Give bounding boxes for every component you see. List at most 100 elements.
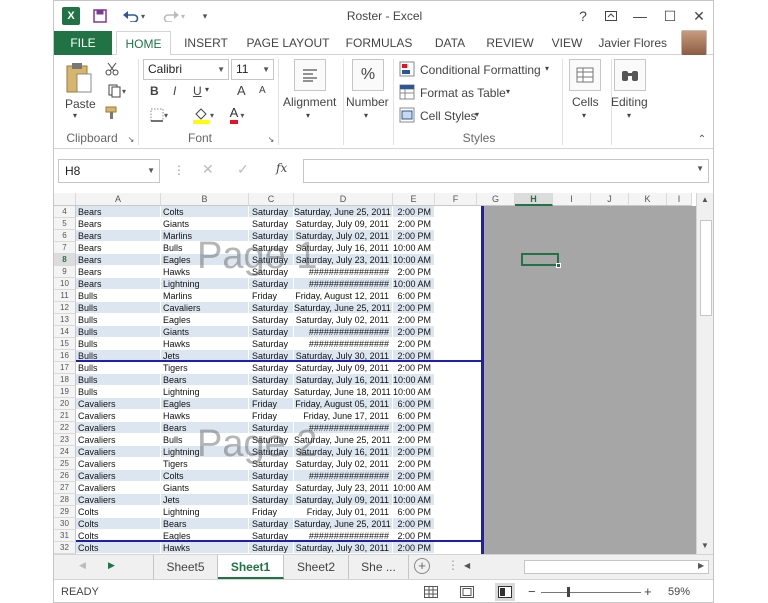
zoom-level[interactable]: 59%: [668, 586, 690, 598]
number-format-icon[interactable]: %: [352, 59, 384, 91]
row-header[interactable]: 28: [54, 494, 76, 506]
page-layout-view-icon[interactable]: [459, 585, 475, 599]
table-cell[interactable]: 2:00 PM: [393, 266, 435, 278]
number-dropdown-icon[interactable]: ▾: [364, 111, 368, 120]
table-cell[interactable]: Bears: [76, 242, 161, 254]
page-break-preview-icon[interactable]: [495, 583, 515, 601]
table-cell[interactable]: 2:00 PM: [393, 338, 435, 350]
table-cell[interactable]: Saturday: [249, 278, 294, 290]
avatar[interactable]: [681, 30, 707, 56]
worksheet-grid[interactable]: A B C D E F G H I J K I 4 Bears Colts Saturday Saturday,…: [54, 193, 713, 554]
table-cell[interactable]: Colts: [161, 470, 249, 482]
format-as-table-button[interactable]: Format as Table: [420, 86, 506, 100]
cells-label[interactable]: Cells: [572, 95, 599, 109]
row-header[interactable]: 31: [54, 530, 76, 542]
collapse-ribbon-icon[interactable]: ⌃: [695, 133, 709, 145]
table-cell[interactable]: Cavaliers: [76, 446, 161, 458]
row-header[interactable]: 4: [54, 206, 76, 218]
zoom-slider-thumb[interactable]: [567, 587, 570, 597]
cells-dropdown-icon[interactable]: ▾: [582, 111, 586, 120]
table-cell[interactable]: Friday, June 17, 2011: [294, 410, 393, 422]
underline-button[interactable]: U: [193, 84, 202, 98]
table-cell[interactable]: Bulls: [76, 314, 161, 326]
page-break-horizontal[interactable]: [76, 360, 483, 362]
scroll-right-icon[interactable]: ▶: [698, 561, 704, 570]
table-cell[interactable]: Friday: [249, 506, 294, 518]
table-cell[interactable]: 2:00 PM: [393, 362, 435, 374]
table-cell[interactable]: 6:00 PM: [393, 290, 435, 302]
editing-dropdown-icon[interactable]: ▾: [627, 111, 631, 120]
formula-input[interactable]: ▼: [303, 159, 709, 183]
column-header-g[interactable]: G: [477, 193, 515, 206]
table-cell[interactable]: Cavaliers: [161, 302, 249, 314]
non-print-area[interactable]: [483, 206, 696, 554]
cell-styles-icon[interactable]: [399, 107, 415, 123]
table-cell[interactable]: Cavaliers: [76, 494, 161, 506]
editing-label[interactable]: Editing: [611, 95, 648, 109]
close-button[interactable]: ✕: [688, 5, 710, 27]
next-sheet-icon[interactable]: ▶: [108, 560, 115, 571]
column-header-i[interactable]: I: [553, 193, 591, 206]
row-header[interactable]: 15: [54, 338, 76, 350]
table-cell[interactable]: Bulls: [76, 338, 161, 350]
table-cell[interactable]: Lightning: [161, 386, 249, 398]
table-cell[interactable]: Saturday: [249, 206, 294, 218]
table-cell[interactable]: Friday: [249, 290, 294, 302]
page-break-horizontal[interactable]: [76, 540, 483, 542]
row-header[interactable]: 29: [54, 506, 76, 518]
tab-data[interactable]: DATA: [428, 31, 472, 55]
row-header[interactable]: 12: [54, 302, 76, 314]
insert-function-button[interactable]: fx: [276, 161, 287, 175]
table-cell[interactable]: Saturday: [249, 518, 294, 530]
table-cell[interactable]: 10:00 AM: [393, 278, 435, 290]
vertical-scroll-thumb[interactable]: [700, 220, 712, 316]
add-sheet-button[interactable]: +: [414, 558, 430, 574]
column-header-d[interactable]: D: [294, 193, 393, 206]
table-cell[interactable]: Bulls: [76, 386, 161, 398]
table-cell[interactable]: Hawks: [161, 338, 249, 350]
table-cell[interactable]: Bears: [76, 266, 161, 278]
column-header-j[interactable]: J: [591, 193, 629, 206]
select-all-corner[interactable]: [54, 193, 76, 206]
table-cell[interactable]: Saturday: [249, 374, 294, 386]
bold-button[interactable]: B: [150, 84, 159, 98]
minimize-button[interactable]: —: [629, 5, 651, 27]
column-header-k[interactable]: K: [629, 193, 667, 206]
table-cell[interactable]: Saturday: [249, 362, 294, 374]
paste-label[interactable]: Paste: [65, 97, 96, 111]
row-header[interactable]: 23: [54, 434, 76, 446]
table-cell[interactable]: Friday: [249, 398, 294, 410]
underline-dropdown-icon[interactable]: ▾: [205, 85, 209, 94]
table-cell[interactable]: Saturday: [249, 494, 294, 506]
table-cell[interactable]: Saturday, July 16, 2011: [294, 374, 393, 386]
table-cell[interactable]: Giants: [161, 218, 249, 230]
font-name-combo[interactable]: Calibri ▼: [143, 59, 229, 80]
table-cell[interactable]: Cavaliers: [76, 398, 161, 410]
table-cell[interactable]: Cavaliers: [76, 422, 161, 434]
table-cell[interactable]: Saturday, July 09, 2011: [294, 494, 393, 506]
column-header-f[interactable]: F: [435, 193, 477, 206]
table-cell[interactable]: Saturday, June 18, 2011: [294, 386, 393, 398]
table-cell[interactable]: 2:00 PM: [393, 206, 435, 218]
alignment-dropdown-icon[interactable]: ▾: [306, 111, 310, 120]
table-cell[interactable]: 2:00 PM: [393, 458, 435, 470]
table-cell[interactable]: 10:00 AM: [393, 386, 435, 398]
table-cell[interactable]: 6:00 PM: [393, 398, 435, 410]
italic-button[interactable]: I: [173, 84, 176, 98]
row-header[interactable]: 20: [54, 398, 76, 410]
alignment-icon[interactable]: [294, 59, 326, 91]
row-header[interactable]: 14: [54, 326, 76, 338]
row-header[interactable]: 8: [54, 254, 76, 266]
conditional-formatting-button[interactable]: Conditional Formatting: [420, 63, 541, 77]
row-header[interactable]: 13: [54, 314, 76, 326]
table-cell[interactable]: Tigers: [161, 362, 249, 374]
tab-page-layout[interactable]: PAGE LAYOUT: [243, 31, 333, 55]
scroll-left-icon[interactable]: ◀: [464, 561, 470, 570]
zoom-slider[interactable]: [541, 592, 641, 593]
conditional-formatting-dropdown-icon[interactable]: ▾: [545, 64, 549, 73]
table-cell[interactable]: 2:00 PM: [393, 434, 435, 446]
table-cell[interactable]: Bulls: [76, 290, 161, 302]
table-cell[interactable]: 10:00 AM: [393, 482, 435, 494]
table-cell[interactable]: Saturday, June 25, 2011: [294, 518, 393, 530]
cell-styles-dropdown-icon[interactable]: ▾: [475, 110, 479, 119]
